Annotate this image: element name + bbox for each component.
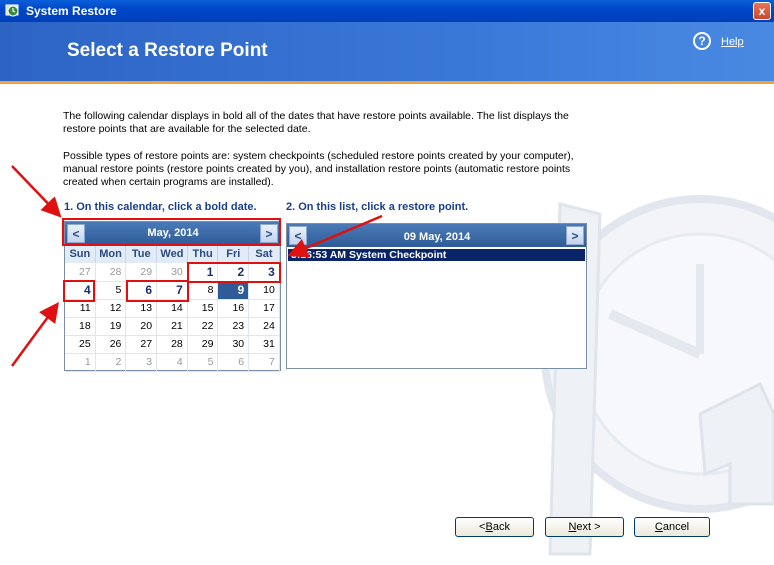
window-title: System Restore (26, 4, 117, 18)
step1-label: 1. On this calendar, click a bold date. (64, 201, 257, 213)
help-icon[interactable]: ? (693, 32, 711, 50)
calendar-day[interactable]: 15 (187, 300, 219, 318)
calendar-day[interactable]: 4 (157, 354, 188, 372)
page-title: Select a Restore Point (67, 40, 268, 61)
restore-types-text: Possible types of restore points are: sy… (63, 150, 574, 188)
wizard-header: Select a Restore Point ? Help (0, 22, 774, 81)
list-next-day-button[interactable]: > (566, 226, 584, 245)
cancel-button[interactable]: Cancel (634, 517, 710, 537)
calendar-day[interactable]: 31 (249, 336, 280, 354)
calendar-day[interactable]: 16 (218, 300, 250, 318)
calendar-day[interactable]: 28 (157, 336, 188, 354)
calendar-day[interactable]: 25 (65, 336, 96, 354)
close-button[interactable]: x (753, 2, 771, 20)
calendar-week-row: 1234567 (65, 354, 280, 372)
title-bar: System Restore x (0, 0, 774, 22)
weekday-mon: Mon (96, 246, 127, 263)
calendar-day[interactable]: 22 (187, 318, 219, 336)
cancel-access-key: C (654, 521, 663, 533)
weekday-sat: Sat (249, 246, 280, 263)
calendar-day[interactable]: 8 (187, 282, 219, 300)
annotation-box-date-4 (63, 280, 95, 302)
back-button[interactable]: < Back (455, 517, 534, 537)
calendar-day[interactable]: 2 (95, 354, 127, 372)
calendar-day[interactable]: 24 (249, 318, 280, 336)
weekday-wed: Wed (157, 246, 188, 263)
next-button[interactable]: Next > (545, 517, 624, 537)
restore-point-list: < 09 May, 2014 > 3:16:53 AM System Check… (286, 223, 587, 369)
list-header: < 09 May, 2014 > (287, 224, 586, 247)
calendar-day[interactable]: 21 (157, 318, 188, 336)
calendar-day[interactable]: 10 (249, 282, 280, 300)
calendar-day[interactable]: 11 (65, 300, 96, 318)
step2-label: 2. On this list, click a restore point. (286, 201, 469, 213)
calendar-week-row: 11 12 13 14 15 16 17 (65, 300, 280, 318)
calendar-day[interactable]: 1 (65, 354, 96, 372)
calendar-day[interactable]: 17 (249, 300, 280, 318)
calendar-day[interactable]: 12 (95, 300, 127, 318)
list-date-label: 09 May, 2014 (403, 231, 471, 243)
calendar-day[interactable]: 19 (95, 318, 127, 336)
calendar-day[interactable]: 28 (95, 264, 127, 282)
back-access-key: B (485, 521, 493, 533)
next-access-key: N (568, 521, 577, 533)
calendar-day[interactable]: 13 (126, 300, 158, 318)
restore-point-item[interactable]: 3:16:53 AM System Checkpoint (288, 249, 585, 261)
next-label-rest: ext > (576, 521, 601, 533)
weekday-tue: Tue (126, 246, 158, 263)
calendar-day[interactable]: 7 (249, 354, 280, 372)
intro-text: The following calendar displays in bold … (63, 110, 569, 135)
weekday-sun: Sun (65, 246, 96, 263)
calendar-day[interactable]: 29 (187, 336, 219, 354)
calendar-day[interactable]: 20 (126, 318, 158, 336)
calendar-day[interactable]: 18 (65, 318, 96, 336)
calendar-week-row: 25 26 27 28 29 30 31 (65, 336, 280, 354)
system-restore-icon (5, 4, 19, 17)
calendar-day[interactable]: 26 (95, 336, 127, 354)
annotation-box-dates-6-7 (126, 280, 189, 302)
list-prev-day-button[interactable]: < (289, 226, 307, 245)
calendar-day[interactable]: 30 (218, 336, 250, 354)
close-icon: x (758, 4, 766, 18)
calendar-day[interactable]: 23 (218, 318, 250, 336)
calendar-day[interactable]: 5 (187, 354, 219, 372)
calendar-day[interactable]: 14 (157, 300, 188, 318)
calendar-day-selected[interactable]: 9 (218, 282, 250, 300)
calendar-day[interactable]: 6 (218, 354, 250, 372)
cancel-label-rest: ancel (662, 521, 690, 533)
weekday-header-row: Sun Mon Tue Wed Thu Fri Sat (65, 246, 280, 263)
weekday-fri: Fri (218, 246, 250, 263)
calendar-week-row: 18 19 20 21 22 23 24 (65, 318, 280, 336)
annotation-box-calendar-header (62, 218, 281, 246)
help-link[interactable]: Help (721, 36, 744, 48)
calendar-day[interactable]: 27 (126, 336, 158, 354)
weekday-thu: Thu (188, 246, 219, 263)
calendar-day[interactable]: 5 (95, 282, 127, 300)
back-label-rest: ack (492, 521, 510, 533)
calendar-day[interactable]: 3 (126, 354, 158, 372)
annotation-box-dates-1-3 (187, 262, 281, 283)
